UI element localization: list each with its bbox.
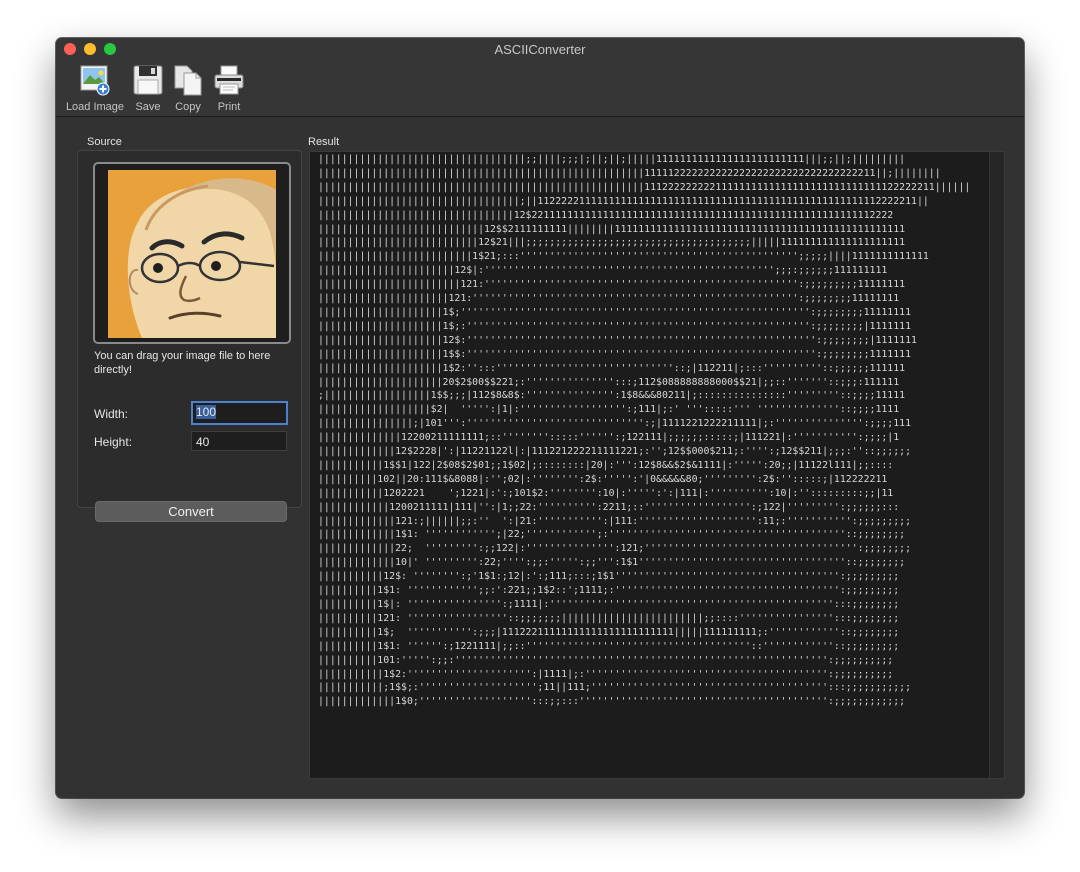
titlebar-toolbar: ASCIIConverter Load Image Save Copy Prin… [56, 38, 1024, 117]
app-window: ASCIIConverter Load Image Save Copy Prin… [56, 38, 1024, 798]
print-button[interactable]: Print [212, 62, 246, 113]
drag-hint-text: You can drag your image file to here dir… [94, 350, 271, 376]
width-field[interactable]: 100 [191, 401, 288, 425]
height-label: Height: [94, 435, 133, 449]
height-field[interactable]: 40 [191, 431, 287, 451]
print-label: Print [217, 101, 241, 113]
source-section-label: Source [87, 136, 122, 148]
image-drop-well[interactable] [93, 162, 291, 344]
vertical-scrollbar[interactable] [989, 152, 1004, 778]
width-value: 100 [196, 405, 217, 419]
load-image-label: Load Image [65, 101, 125, 113]
width-label: Width: [94, 407, 129, 421]
load-image-icon [64, 62, 126, 96]
ascii-output: |||||||||||||||||||||||||||||||||||;;|||… [318, 154, 971, 708]
copy-label: Copy [175, 101, 201, 113]
source-panel: You can drag your image file to here dir… [77, 150, 302, 522]
load-image-button[interactable]: Load Image [64, 62, 126, 113]
printer-icon [212, 62, 246, 96]
convert-button[interactable]: Convert [95, 501, 287, 522]
save-button[interactable]: Save [132, 62, 164, 113]
result-text-view[interactable]: |||||||||||||||||||||||||||||||||||;;|||… [309, 151, 1005, 779]
save-label: Save [135, 101, 161, 113]
window-title: ASCIIConverter [494, 42, 586, 57]
copy-icon [170, 62, 206, 96]
copy-button[interactable]: Copy [170, 62, 206, 113]
portrait-image [108, 170, 276, 338]
result-section-label: Result [308, 136, 340, 148]
save-icon [132, 62, 164, 96]
